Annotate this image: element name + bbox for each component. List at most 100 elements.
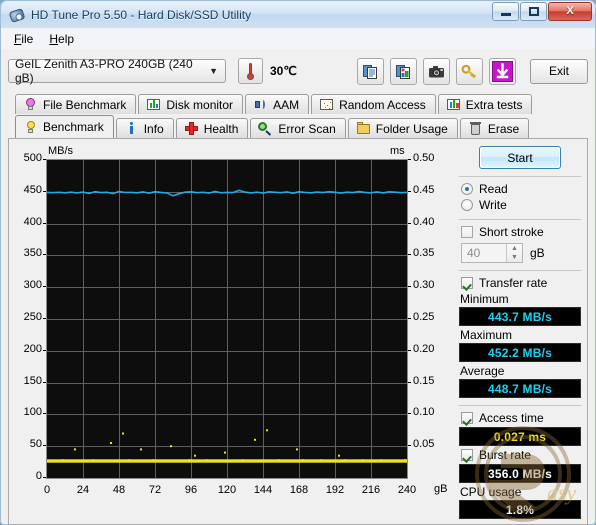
chart-x-tick: 96 <box>184 484 198 496</box>
drive-select[interactable]: GeIL Zenith A3-PRO 240GB (240 gB) ▼ <box>8 57 226 85</box>
tab-extra-tests[interactable]: Extra tests <box>437 94 533 114</box>
yellow-bulb-icon <box>23 120 38 135</box>
checkbox-transfer-rate-label: Transfer rate <box>479 276 548 290</box>
menu-item-help[interactable]: Help <box>43 30 84 48</box>
checkbox-burst-rate-label: Burst rate <box>479 448 532 462</box>
tab-health-label: Health <box>203 121 239 136</box>
short-stroke-size-input[interactable]: 40 ▲ ▼ <box>461 243 523 263</box>
radio-read-indicator <box>461 183 473 195</box>
short-stroke-size-row: 40 ▲ ▼ gB <box>461 243 581 263</box>
copy-text-button[interactable] <box>357 57 384 85</box>
bar-chart-icon <box>146 97 161 112</box>
trash-icon <box>468 121 483 136</box>
cpu-usage-value: 1.8% <box>459 500 581 519</box>
tab-aam-label: AAM <box>273 97 300 112</box>
scatter-icon <box>319 97 334 112</box>
minimize-button[interactable] <box>492 2 519 21</box>
cpu-usage-label: CPU usage <box>460 485 522 499</box>
window-buttons: X <box>492 2 592 21</box>
menu-help-label: elp <box>58 31 75 46</box>
screenshot-button[interactable] <box>423 57 450 85</box>
chart-ylabel: MB/s <box>48 145 74 157</box>
checkbox-transfer-rate[interactable]: Transfer rate <box>461 276 581 290</box>
checkbox-access-time[interactable]: Access time <box>461 411 581 425</box>
chart-x-tick: 0 <box>43 484 51 496</box>
checkbox-access-time-label: Access time <box>479 411 544 425</box>
chart-x-tick: 24 <box>76 484 90 496</box>
tab-folder-usage[interactable]: Folder Usage <box>347 118 458 138</box>
checkbox-burst-rate[interactable]: Burst rate <box>461 448 581 462</box>
divider <box>459 219 581 220</box>
maximize-button[interactable] <box>520 2 547 21</box>
chart-y-tick: 350 <box>23 247 42 260</box>
chart-y2-tick: 0.20 <box>413 342 435 355</box>
temperature-value: 30℃ <box>270 64 297 78</box>
tab-error-scan[interactable]: Error Scan <box>250 118 346 138</box>
start-button[interactable]: Start <box>479 146 561 169</box>
key-icon <box>461 64 477 78</box>
tab-erase[interactable]: Erase <box>459 118 530 138</box>
download-arrow-icon <box>492 60 513 82</box>
key-button[interactable] <box>456 57 483 85</box>
chart-y-tick: 300 <box>23 279 42 292</box>
average-value: 448.7 MB/s <box>459 379 581 398</box>
divider <box>459 176 581 177</box>
hd-tune-window: HD Tune Pro 5.50 - Hard Disk/SSD Utility… <box>0 0 596 525</box>
chart-y-tick: 500 <box>23 152 42 164</box>
divider <box>459 270 581 271</box>
menu-item-file[interactable]: File <box>8 30 43 48</box>
tab-file-benchmark[interactable]: File Benchmark <box>15 94 137 114</box>
tab-disk-monitor[interactable]: Disk monitor <box>138 94 244 114</box>
drive-select-value: GeIL Zenith A3-PRO 240GB (240 gB) <box>15 57 193 85</box>
window-title: HD Tune Pro 5.50 - Hard Disk/SSD Utility <box>31 7 252 22</box>
close-icon: X <box>566 5 574 17</box>
chart-y2-tick: 0.45 <box>413 183 435 196</box>
tab-benchmark[interactable]: Benchmark <box>15 115 114 138</box>
exit-button[interactable]: Exit <box>530 58 588 84</box>
chart-xlabel: gB <box>434 483 448 495</box>
tab-health[interactable]: Health <box>175 118 249 138</box>
client-area: GeIL Zenith A3-PRO 240GB (240 gB) ▼ 30℃ <box>0 49 596 525</box>
checkbox-short-stroke[interactable]: Short stroke <box>461 225 581 239</box>
chevron-down-icon: ▼ <box>209 66 218 76</box>
copy-text-icon <box>363 64 377 79</box>
chart-x-tick: 216 <box>361 484 381 496</box>
chart-y2-tick: 0.35 <box>413 247 435 260</box>
chart-y2-tick: 0.15 <box>413 374 435 387</box>
chart-x-tick: 240 <box>397 484 417 496</box>
copy-image-button[interactable] <box>390 57 417 85</box>
magnifier-icon <box>258 121 273 136</box>
tab-aam[interactable]: AAM <box>245 94 310 114</box>
download-button[interactable] <box>489 57 516 85</box>
folder-icon <box>356 121 371 136</box>
tab-row-primary: File Benchmark Disk monitor AAM Random A… <box>8 92 588 114</box>
hard-disk-icon <box>8 7 26 23</box>
spinner-up-icon: ▲ <box>511 245 518 252</box>
tab-random-access[interactable]: Random Access <box>311 94 436 114</box>
exit-button-label: Exit <box>548 64 569 78</box>
chart-y-tick: 150 <box>23 374 42 387</box>
chart-y2-tick: 0.10 <box>413 406 435 419</box>
tab-file-benchmark-label: File Benchmark <box>43 97 127 112</box>
title-bar: HD Tune Pro 5.50 - Hard Disk/SSD Utility… <box>0 0 596 28</box>
spinner-down-icon: ▼ <box>511 254 518 261</box>
menu-file-label: ile <box>21 31 34 46</box>
tab-benchmark-label: Benchmark <box>43 120 104 134</box>
checkbox-transfer-rate-indicator <box>461 277 473 289</box>
chart-x-tick: 72 <box>148 484 162 496</box>
chart-y2-tick: 0.50 <box>413 152 435 164</box>
tab-extra-tests-label: Extra tests <box>465 97 523 112</box>
close-button[interactable]: X <box>548 2 592 21</box>
minimum-label: Minimum <box>460 292 509 306</box>
tab-info[interactable]: Info <box>115 118 174 138</box>
radio-write[interactable]: Write <box>461 198 581 212</box>
chart-y2label: ms <box>390 145 405 157</box>
copy-image-icon <box>396 64 410 79</box>
spinner-buttons[interactable]: ▲ ▼ <box>506 244 522 262</box>
chart-y2-tick: 0.30 <box>413 279 435 292</box>
radio-read[interactable]: Read <box>461 182 581 196</box>
chart-y-tick: 0 <box>35 470 42 482</box>
chart-x-tick: 192 <box>325 484 345 496</box>
tab-info-label: Info <box>143 121 164 136</box>
temperature-button[interactable] <box>238 58 263 84</box>
